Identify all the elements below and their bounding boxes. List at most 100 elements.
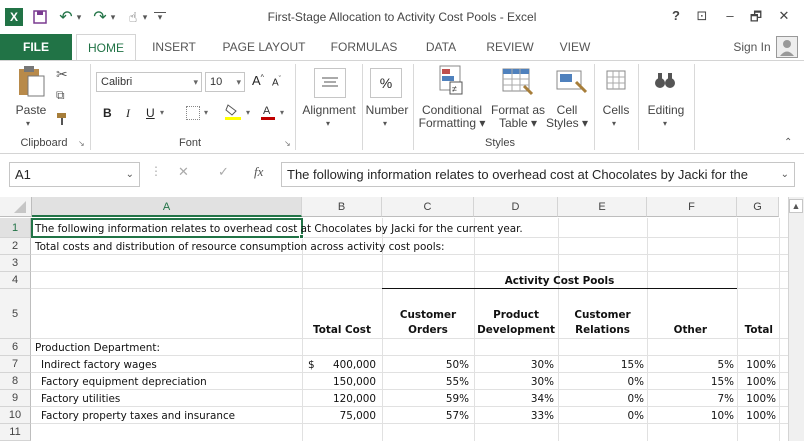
row-header-2[interactable]: 2 — [0, 238, 31, 255]
row-label[interactable]: Factory equipment depreciation — [41, 375, 207, 389]
tab-data[interactable]: DATA — [416, 34, 466, 60]
cell-a6[interactable]: Production Department: — [35, 341, 160, 355]
header-product-development-line1[interactable]: Product — [474, 308, 558, 322]
font-name-select[interactable]: Calibri ▾ — [96, 72, 202, 92]
alignment-icon[interactable] — [314, 68, 346, 98]
product-development-value[interactable]: 30% — [474, 358, 554, 372]
font-color-icon[interactable]: A — [260, 103, 276, 121]
paste-button[interactable]: Paste — [14, 104, 48, 117]
column-header-a[interactable]: A — [32, 197, 302, 217]
name-box[interactable]: A1 ⌄ — [9, 162, 140, 187]
cells-button[interactable]: Cells — [598, 104, 634, 117]
borders-icon[interactable] — [186, 106, 200, 120]
font-size-select[interactable]: 10 ▾ — [205, 72, 245, 92]
tab-formulas[interactable]: FORMULAS — [324, 34, 404, 60]
row-header-8[interactable]: 8 — [0, 373, 31, 390]
customer-relations-value[interactable]: 0% — [558, 392, 644, 406]
format-as-table-button[interactable]: Format as Table ▾ — [488, 104, 548, 130]
total-cost-value[interactable]: 400,000 — [302, 358, 376, 372]
row-header-10[interactable]: 10 — [0, 407, 31, 424]
customer-relations-value[interactable]: 0% — [558, 409, 644, 423]
avatar[interactable] — [776, 36, 798, 58]
row-header-6[interactable]: 6 — [0, 339, 31, 356]
paste-dropdown-icon[interactable]: ▾ — [26, 119, 30, 128]
column-header-g[interactable]: G — [737, 197, 779, 217]
help-button[interactable]: ? — [664, 8, 688, 26]
grow-font-icon[interactable]: A^ — [252, 73, 264, 88]
total-value[interactable]: 100% — [737, 358, 776, 372]
copy-icon[interactable]: ⧉ — [56, 88, 65, 103]
column-header-b[interactable]: B — [302, 197, 382, 217]
tab-file[interactable]: FILE — [0, 34, 72, 60]
select-all-button[interactable] — [0, 197, 32, 217]
ribbon-display-options-button[interactable]: ⊡ — [690, 8, 714, 26]
fill-color-dropdown-icon[interactable]: ▾ — [246, 108, 250, 117]
paste-icon[interactable] — [14, 64, 48, 98]
customer-orders-value[interactable]: 57% — [382, 409, 469, 423]
tab-home[interactable]: HOME — [76, 34, 136, 61]
customer-orders-value[interactable]: 55% — [382, 375, 469, 389]
vertical-scrollbar[interactable] — [788, 197, 804, 441]
row-label[interactable]: Indirect factory wages — [41, 358, 157, 372]
row-header-9[interactable]: 9 — [0, 390, 31, 407]
fill-color-icon[interactable] — [224, 103, 242, 121]
row-header-4[interactable]: 4 — [0, 272, 31, 289]
format-as-table-icon[interactable] — [500, 64, 534, 98]
other-value[interactable]: 15% — [647, 375, 734, 389]
other-value[interactable]: 7% — [647, 392, 734, 406]
cell-a2[interactable]: Total costs and distribution of resource… — [35, 240, 445, 254]
customer-orders-value[interactable]: 50% — [382, 358, 469, 372]
cell-styles-button[interactable]: Cell Styles ▾ — [544, 104, 590, 130]
alignment-dropdown-icon[interactable]: ▾ — [326, 119, 330, 128]
header-customer-relations-line2[interactable]: Relations — [558, 323, 647, 337]
cells-icon[interactable] — [604, 68, 628, 94]
insert-function-icon[interactable]: fx — [254, 164, 263, 180]
cut-icon[interactable]: ✂ — [56, 66, 68, 83]
close-button[interactable]: ✕ — [772, 8, 796, 26]
other-value[interactable]: 5% — [647, 358, 734, 372]
italic-button[interactable]: I — [126, 106, 130, 121]
row-header-11[interactable]: 11 — [0, 424, 31, 441]
minimize-button[interactable]: – — [718, 8, 742, 26]
column-header-d[interactable]: D — [474, 197, 558, 217]
total-value[interactable]: 100% — [737, 409, 776, 423]
formula-input[interactable]: The following information relates to ove… — [281, 162, 795, 187]
total-value[interactable]: 100% — [737, 392, 776, 406]
row-header-1[interactable]: 1 — [0, 218, 31, 238]
cell-styles-icon[interactable] — [554, 64, 588, 98]
cells-dropdown-icon[interactable]: ▾ — [612, 119, 616, 128]
header-total-cost[interactable]: Total Cost — [302, 323, 382, 337]
binoculars-icon[interactable] — [652, 68, 678, 94]
header-other[interactable]: Other — [647, 323, 707, 337]
customer-relations-value[interactable]: 15% — [558, 358, 644, 372]
enter-icon[interactable]: ✓ — [218, 164, 229, 180]
cancel-icon[interactable]: ✕ — [178, 164, 189, 180]
total-value[interactable]: 100% — [737, 375, 776, 389]
row-header-3[interactable]: 3 — [0, 255, 31, 272]
editing-button[interactable]: Editing — [642, 104, 690, 117]
tab-insert[interactable]: INSERT — [143, 34, 205, 60]
header-customer-relations-line1[interactable]: Customer — [558, 308, 647, 322]
column-header-e[interactable]: E — [558, 197, 647, 217]
font-color-dropdown-icon[interactable]: ▾ — [280, 108, 284, 117]
editing-dropdown-icon[interactable]: ▾ — [663, 119, 667, 128]
total-cost-value[interactable]: 150,000 — [302, 375, 376, 389]
sign-in-link[interactable]: Sign In — [730, 34, 774, 60]
row-label[interactable]: Factory utilities — [41, 392, 120, 406]
clipboard-launcher-icon[interactable]: ↘ — [78, 139, 85, 148]
tab-review[interactable]: REVIEW — [478, 34, 542, 60]
collapse-ribbon-icon[interactable]: ⌃ — [784, 137, 792, 148]
header-total[interactable]: Total — [737, 323, 773, 337]
number-format-button[interactable]: Number — [362, 104, 412, 117]
scroll-up-icon[interactable]: ▲ — [789, 199, 803, 213]
header-customer-orders-line1[interactable]: Customer — [382, 308, 474, 322]
product-development-value[interactable]: 30% — [474, 375, 554, 389]
customer-orders-value[interactable]: 59% — [382, 392, 469, 406]
total-cost-value[interactable]: 120,000 — [302, 392, 376, 406]
header-customer-orders-line2[interactable]: Orders — [382, 323, 474, 337]
bold-button[interactable]: B — [103, 106, 112, 120]
product-development-value[interactable]: 33% — [474, 409, 554, 423]
shrink-font-icon[interactable]: Aˇ — [272, 76, 281, 88]
column-header-c[interactable]: C — [382, 197, 474, 217]
maximize-button[interactable]: 🗗 — [744, 8, 768, 26]
